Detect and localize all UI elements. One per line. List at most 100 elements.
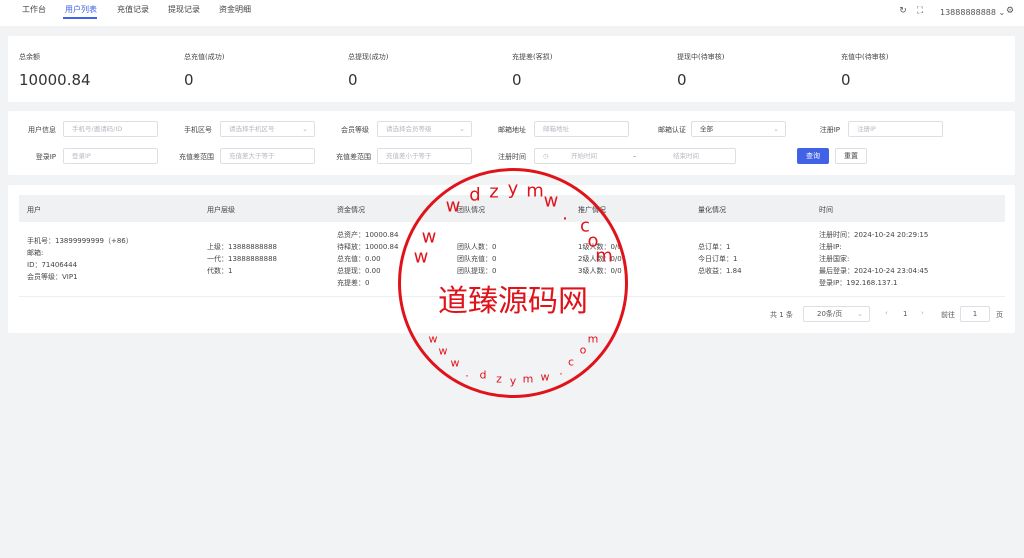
time-registered: 注册时间：2024-10-24 20:29:15 xyxy=(819,231,929,239)
stat-total-balance: 总余额 10000.84 xyxy=(19,52,91,89)
seal-char: w xyxy=(543,190,559,212)
cell-user: 手机号：13899999999（+86） 邮箱: ID：71406444 会员等… xyxy=(27,235,133,283)
funds-diff: 充提差：0 xyxy=(337,279,370,287)
filter-label-register-time: 注册时间 xyxy=(498,153,526,161)
email-input[interactable]: 邮箱地址 xyxy=(534,121,629,137)
member-level-select[interactable]: 请选择会员等级 ⌄ xyxy=(377,121,472,137)
chevron-down-icon: ⌄ xyxy=(459,125,465,133)
filter-label-user-info: 用户信息 xyxy=(28,126,56,134)
stat-label: 总余额 xyxy=(19,53,40,61)
seal-char: w xyxy=(421,226,437,248)
user-id: ID：71406444 xyxy=(27,261,78,269)
tab-recharge-records[interactable]: 充值记录 xyxy=(117,4,149,15)
seal-title: 道臻源码网 xyxy=(438,284,588,319)
seal-char: w xyxy=(450,356,460,370)
top-nav-bar: 工作台 用户列表 充值记录 提现记录 资金明细 ↻ ⛶ 13888888888 … xyxy=(0,0,1024,26)
phone-region-select[interactable]: 请选择手机区号 ⌄ xyxy=(220,121,315,137)
seal-char: w xyxy=(438,344,448,358)
quant-total-orders: 总订单：1 xyxy=(698,243,731,251)
fullscreen-icon[interactable]: ⛶ xyxy=(915,6,925,16)
user-menu[interactable]: 13888888888 ⌄ xyxy=(940,8,1005,17)
next-page-icon[interactable]: › xyxy=(921,309,924,317)
seal-char: d xyxy=(479,368,487,382)
user-phone: 手机号：13899999999（+86） xyxy=(27,237,133,245)
chevron-down-icon: ⌄ xyxy=(773,125,779,133)
email-verify-value: 全部 xyxy=(700,125,713,133)
seal-char: m xyxy=(587,332,599,346)
reset-button[interactable]: 重置 xyxy=(835,148,867,164)
page-number-current[interactable]: 1 xyxy=(903,310,907,318)
recharge-diff-max-input[interactable]: 充值差小于等于 xyxy=(377,148,472,164)
page-suffix: 页 xyxy=(996,311,1003,319)
stat-value: 0 xyxy=(348,71,358,89)
gear-icon[interactable]: ⚙ xyxy=(1005,6,1015,16)
register-time-range-picker[interactable]: ◷ 开始时间 – 结束时间 xyxy=(534,148,736,164)
email-verify-select[interactable]: 全部 ⌄ xyxy=(691,121,786,137)
stat-total-withdraw: 总提现(成功) 0 xyxy=(348,52,388,89)
stat-value: 0 xyxy=(184,71,194,89)
col-header-time: 时间 xyxy=(819,206,833,214)
seal-char: . xyxy=(465,366,469,380)
goto-label: 前往 xyxy=(941,311,955,319)
stat-label: 提现中(待审核) xyxy=(677,53,725,61)
seal-char: w xyxy=(445,195,461,217)
tab-withdraw-records[interactable]: 提现记录 xyxy=(168,4,200,15)
stat-withdraw-pending: 提现中(待审核) 0 xyxy=(677,52,724,89)
col-header-user: 用户 xyxy=(27,206,41,214)
page-size-value: 20条/页 xyxy=(817,310,843,318)
phone-region-placeholder: 请选择手机区号 xyxy=(229,125,275,133)
seal-char: w xyxy=(413,246,429,268)
seal-char: o xyxy=(579,343,587,357)
stat-recharge-withdraw-diff: 充提差(客损) 0 xyxy=(512,52,552,89)
user-email: 邮箱: xyxy=(27,249,44,257)
chevron-down-icon: ⌄ xyxy=(302,125,308,133)
seal-char: z xyxy=(496,372,502,386)
funds-total-withdraw: 总提现：0.00 xyxy=(337,267,381,275)
col-header-funds: 资金情况 xyxy=(337,206,365,214)
search-button[interactable]: 查询 xyxy=(797,148,829,164)
cell-level: 上级：13888888888 一代：13888888888 代数：1 xyxy=(207,241,277,277)
filter-label-member-level: 会员等级 xyxy=(341,126,369,134)
filter-label-email-verify: 邮箱认证 xyxy=(658,126,686,134)
cell-quant: 总订单：1 今日订单：1 总收益：1.84 xyxy=(698,241,742,277)
chevron-down-icon: ⌄ xyxy=(857,310,863,318)
page-size-select[interactable]: 20条/页 ⌄ xyxy=(803,306,870,322)
seal-char: w xyxy=(428,332,438,346)
tab-user-list[interactable]: 用户列表 xyxy=(65,4,97,15)
username: 13888888888 xyxy=(940,8,996,17)
user-info-input[interactable]: 手机号/邀请码/ID xyxy=(63,121,158,137)
time-register-ip: 注册IP: xyxy=(819,243,842,251)
member-level-placeholder: 请选择会员等级 xyxy=(386,125,432,133)
user-vip-level: 会员等级：VIP1 xyxy=(27,273,78,281)
recharge-diff-min-input[interactable]: 充值差大于等于 xyxy=(220,148,315,164)
stats-card: 总余额 10000.84 总充值(成功) 0 总提现(成功) 0 充提差(客损)… xyxy=(8,36,1015,102)
seal-char: z xyxy=(489,181,499,203)
seal-char: w xyxy=(540,370,550,384)
time-login-ip: 登录IP：192.168.137.1 xyxy=(819,279,898,287)
col-header-quant: 量化情况 xyxy=(698,206,726,214)
time-register-country: 注册国家: xyxy=(819,255,850,263)
time-last-login: 最后登录：2024-10-24 23:04:45 xyxy=(819,267,929,275)
tab-workbench[interactable]: 工作台 xyxy=(22,4,46,15)
end-time-placeholder: 结束时间 xyxy=(673,152,699,160)
tab-fund-details[interactable]: 资金明细 xyxy=(219,4,251,15)
cell-time: 注册时间：2024-10-24 20:29:15 注册IP: 注册国家: 最后登… xyxy=(819,229,928,289)
stat-value: 10000.84 xyxy=(19,71,91,89)
range-separator: – xyxy=(633,152,637,160)
refresh-icon[interactable]: ↻ xyxy=(898,6,908,16)
start-time-placeholder: 开始时间 xyxy=(571,152,597,160)
login-ip-input[interactable]: 登录IP xyxy=(63,148,158,164)
funds-total-recharge: 总充值：0.00 xyxy=(337,255,381,263)
stat-label: 总提现(成功) xyxy=(348,53,389,61)
stat-value: 0 xyxy=(512,71,522,89)
filter-label-phone-region: 手机区号 xyxy=(184,126,212,134)
register-ip-input[interactable]: 注册IP xyxy=(848,121,943,137)
seal-char: c xyxy=(567,355,575,369)
pagination-total: 共 1 条 xyxy=(770,311,793,319)
stat-label: 充提差(客损) xyxy=(512,53,553,61)
funds-pending-release: 待释放：10000.84 xyxy=(337,243,399,251)
goto-page-input[interactable]: 1 xyxy=(960,306,990,322)
stat-recharge-pending: 充值中(待审核) 0 xyxy=(841,52,888,89)
prev-page-icon[interactable]: ‹ xyxy=(885,309,888,317)
stat-total-recharge: 总充值(成功) 0 xyxy=(184,52,224,89)
